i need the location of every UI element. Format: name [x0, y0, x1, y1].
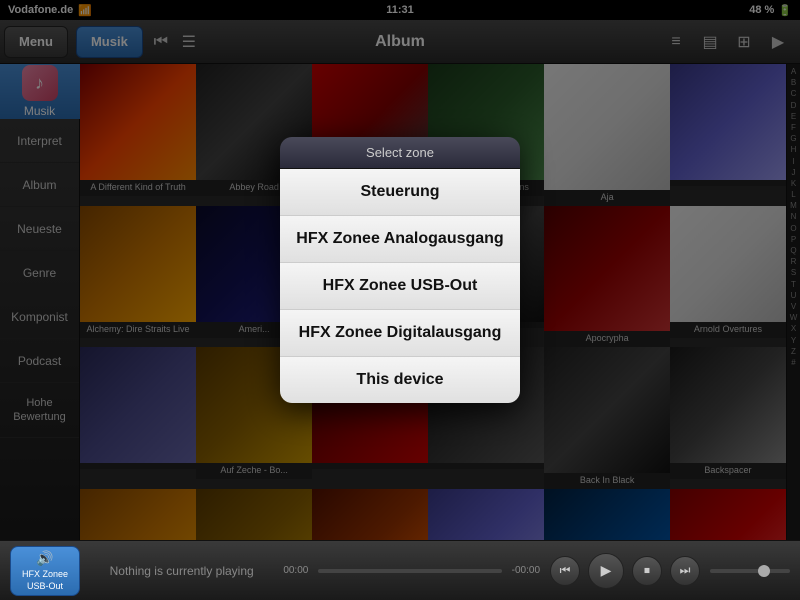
zone-options-list: SteuerungHFX Zonee AnalogausgangHFX Zone…	[280, 169, 520, 403]
zone-option-hfx-analog[interactable]: HFX Zonee Analogausgang	[280, 216, 520, 263]
now-playing: Nothing is currently playing	[90, 564, 273, 578]
zone-option-hfx-digital[interactable]: HFX Zonee Digitalausgang	[280, 310, 520, 357]
volume-slider[interactable]	[710, 569, 790, 573]
time-end: -00:00	[512, 565, 540, 576]
modal-overlay[interactable]: Select zone SteuerungHFX Zonee Analogaus…	[0, 0, 800, 540]
zone-modal: Select zone SteuerungHFX Zonee Analogaus…	[280, 137, 520, 403]
zone-label: HFX Zonee USB-Out	[11, 569, 79, 592]
zone-icon: 🔊	[36, 549, 53, 567]
zone-modal-header: Select zone	[280, 137, 520, 169]
prev-button[interactable]: ⏮	[550, 556, 580, 586]
progress-bar[interactable]	[318, 569, 501, 573]
zone-option-this-device[interactable]: This device	[280, 357, 520, 403]
bottom-bar: 🔊 HFX Zonee USB-Out Nothing is currently…	[0, 540, 800, 600]
play-button[interactable]: ▶	[588, 553, 624, 589]
zone-option-hfx-usb[interactable]: HFX Zonee USB-Out	[280, 263, 520, 310]
volume-knob	[758, 565, 770, 577]
transport-controls: ⏮ ▶ ⏹ ⏭	[550, 553, 700, 589]
next-button[interactable]: ⏭	[670, 556, 700, 586]
zone-button[interactable]: 🔊 HFX Zonee USB-Out	[10, 546, 80, 596]
stop-button[interactable]: ⏹	[632, 556, 662, 586]
zone-option-steuerung[interactable]: Steuerung	[280, 169, 520, 216]
time-start: 00:00	[283, 565, 308, 576]
